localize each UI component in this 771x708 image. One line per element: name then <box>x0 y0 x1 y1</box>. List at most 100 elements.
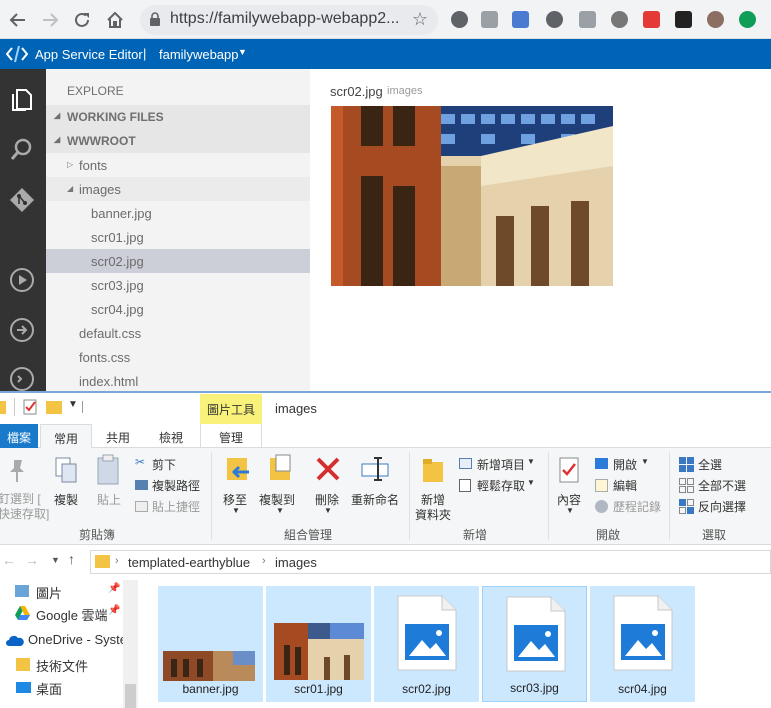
site-name[interactable]: familywebapp <box>159 47 239 62</box>
edit-button[interactable]: 編輯 <box>613 477 637 494</box>
cut-button[interactable]: 剪下 <box>152 456 176 473</box>
chevron-right-icon[interactable]: › <box>115 555 119 567</box>
up-icon[interactable]: ↑ <box>68 551 75 567</box>
evernote-icon[interactable] <box>739 11 756 28</box>
bulb-icon[interactable] <box>546 11 563 28</box>
customize-dropdown-icon[interactable]: ▼ <box>68 399 78 410</box>
chevron-down-icon[interactable]: ▼ <box>324 506 332 515</box>
file-name: scr04.jpg <box>618 682 667 696</box>
tab-share[interactable]: 共用 <box>95 424 141 448</box>
flag-icon[interactable] <box>643 11 660 28</box>
recent-dropdown-icon[interactable]: ▼ <box>51 555 60 565</box>
nav-scrollbar[interactable] <box>123 580 138 708</box>
tree-folder[interactable]: ◢ images <box>46 177 310 201</box>
paste-shortcut-button[interactable]: 貼上捷徑 <box>152 498 200 515</box>
collapse-icon: ◢ <box>54 135 61 144</box>
pdf-icon[interactable] <box>579 11 596 28</box>
breadcrumb-parent[interactable]: templated-earthyblue <box>128 555 250 570</box>
tree-file[interactable]: banner.jpg <box>46 201 310 225</box>
extension-icon[interactable] <box>451 11 468 28</box>
search-icon[interactable] <box>8 136 36 164</box>
tree-file[interactable]: scr01.jpg <box>46 225 310 249</box>
pin-icon[interactable]: 📌 <box>108 583 120 594</box>
wwwroot-section[interactable]: ◢ WWWROOT <box>46 129 310 153</box>
easy-access-button[interactable]: 輕鬆存取 <box>477 477 525 494</box>
open-button[interactable]: 開啟 <box>613 456 637 473</box>
collapsed-icon[interactable]: ▷ <box>67 160 73 169</box>
tree-file[interactable]: default.css <box>46 321 310 345</box>
history-button[interactable]: 歷程記錄 <box>613 498 661 515</box>
app-title: App Service Editor <box>35 47 143 62</box>
chevron-right-icon[interactable]: › <box>262 555 266 567</box>
chevron-down-icon[interactable]: ▼ <box>641 457 649 466</box>
tab-manage[interactable]: 管理 <box>200 424 262 448</box>
file-tile[interactable]: scr02.jpg <box>374 586 479 702</box>
file-tile[interactable]: scr01.jpg <box>266 586 371 702</box>
select-all-button[interactable]: 全選 <box>698 456 722 473</box>
drive-icon[interactable] <box>481 11 498 28</box>
back-icon[interactable] <box>6 8 30 32</box>
nav-item-pictures[interactable]: 圖片 📌 <box>0 580 123 602</box>
expanded-icon[interactable]: ◢ <box>67 184 73 193</box>
chevron-down-icon[interactable]: ▼ <box>276 506 284 515</box>
pin-icon[interactable]: 📌 <box>108 605 120 616</box>
rename-button[interactable]: 重新命名 <box>351 491 399 508</box>
copy-button[interactable]: 複製 <box>54 491 78 508</box>
address-box[interactable]: › templated-earthyblue › images <box>90 550 771 574</box>
chevron-down-icon[interactable]: ▼ <box>232 506 240 515</box>
nav-item-onedrive[interactable]: OneDrive - Syste <box>0 629 123 651</box>
chevron-down-icon[interactable]: ▼ <box>238 47 247 57</box>
select-all-icon <box>679 457 694 472</box>
translate-icon[interactable] <box>512 11 529 28</box>
copy-path-button[interactable]: 複製路徑 <box>152 477 200 494</box>
git-icon[interactable] <box>8 186 36 214</box>
tree-file[interactable]: fonts.css <box>46 345 310 369</box>
code-logo-icon <box>6 45 28 63</box>
tree-file[interactable]: scr04.jpg <box>46 297 310 321</box>
new-folder-icon[interactable] <box>46 401 62 414</box>
file-tile[interactable]: banner.jpg <box>158 586 263 702</box>
group-select-label: 選取 <box>702 528 727 542</box>
copy-to-icon <box>270 454 291 480</box>
tree-folder[interactable]: ▷ fonts <box>46 153 310 177</box>
invert-selection-button[interactable]: 反向選擇 <box>698 498 746 515</box>
breadcrumb-current[interactable]: images <box>275 555 317 570</box>
properties-check-icon[interactable] <box>23 399 38 415</box>
play-icon[interactable] <box>675 11 692 28</box>
file-tile[interactable]: scr03.jpg <box>482 586 587 702</box>
home-icon[interactable] <box>103 8 127 32</box>
star-icon[interactable]: ☆ <box>412 9 428 30</box>
tree-file[interactable]: index.html <box>46 369 310 391</box>
chevron-down-icon[interactable]: ▼ <box>566 506 574 515</box>
output-icon[interactable] <box>8 316 36 344</box>
tab-file[interactable]: 檔案 <box>0 424 38 448</box>
run-icon[interactable] <box>8 266 36 294</box>
chart-icon[interactable] <box>707 11 724 28</box>
tree-file[interactable]: scr02.jpg <box>46 249 310 273</box>
tab-view[interactable]: 檢視 <box>147 424 195 448</box>
nav-item-desktop[interactable]: 桌面 <box>0 676 123 698</box>
back-icon[interactable]: ← <box>2 552 16 568</box>
address-bar[interactable]: https://familywebapp-webapp2... ☆ <box>140 5 438 35</box>
record-icon[interactable] <box>611 11 628 28</box>
console-icon[interactable] <box>8 365 36 393</box>
nav-item-google-drive[interactable]: Google 雲端 📌 <box>0 602 123 624</box>
tree-file[interactable]: scr03.jpg <box>46 273 310 297</box>
reload-icon[interactable] <box>70 8 94 32</box>
forward-icon[interactable]: → <box>25 552 39 568</box>
tab-home[interactable]: 常用 <box>40 424 92 449</box>
working-files-section[interactable]: ◢ WORKING FILES <box>46 105 310 129</box>
paste-button[interactable]: 貼上 <box>97 491 121 508</box>
move-to-icon <box>227 458 249 480</box>
new-item-button[interactable]: 新增項目 <box>477 456 525 473</box>
scrollbar-thumb[interactable] <box>125 684 136 708</box>
file-tile[interactable]: scr04.jpg <box>590 586 695 702</box>
folder-icon[interactable] <box>0 401 6 414</box>
nav-item-tech-docs[interactable]: 技術文件 <box>0 653 123 675</box>
image-filename: scr02.jpg <box>330 84 383 99</box>
forward-icon[interactable] <box>38 8 62 32</box>
select-none-button[interactable]: 全部不選 <box>698 477 746 494</box>
explorer-files-icon[interactable] <box>8 85 36 113</box>
chevron-down-icon[interactable]: ▼ <box>527 478 535 487</box>
chevron-down-icon[interactable]: ▼ <box>527 457 535 466</box>
